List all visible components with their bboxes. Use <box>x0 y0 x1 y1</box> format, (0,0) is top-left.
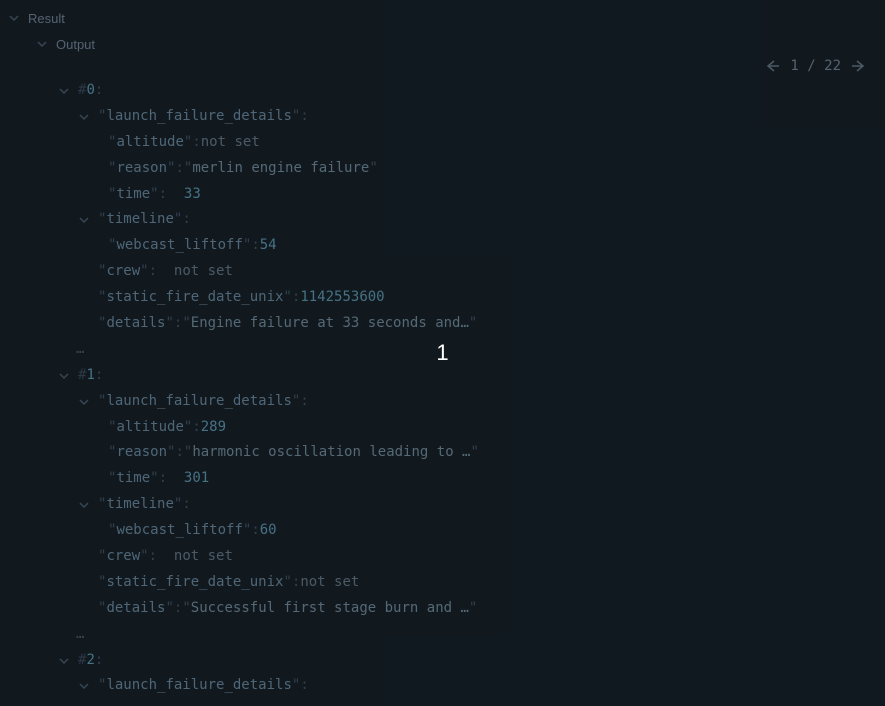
chevron-down-icon[interactable] <box>76 497 92 513</box>
tree-leaf-row: "details":"Engine failure at 33 seconds … <box>56 311 885 337</box>
tree-leaf-row: "crew": not set <box>56 259 885 285</box>
value-number: 54 <box>260 233 277 259</box>
tree-leaf-row: "static_fire_date_unix":not set <box>56 570 885 596</box>
tree-leaf-row: "time": 301 <box>56 466 885 492</box>
value-string: merlin engine failure <box>192 156 369 182</box>
value-number: 33 <box>184 182 201 208</box>
chevron-down-icon[interactable] <box>56 368 72 384</box>
value-number: 60 <box>260 518 277 544</box>
page-indicator: 1 / 22 <box>790 58 841 74</box>
tree-key-row[interactable]: "timeline": <box>56 207 885 233</box>
tree-leaf-row: "webcast_liftoff":54 <box>56 233 885 259</box>
output-label: Output <box>56 37 95 52</box>
key-label: webcast_liftoff <box>116 518 242 544</box>
tree-leaf-row: "webcast_liftoff":60 <box>56 518 885 544</box>
tree-key-row[interactable]: "timeline": <box>56 492 885 518</box>
chevron-down-icon[interactable] <box>6 10 22 26</box>
index-marker: # <box>78 363 86 389</box>
result-header: Result <box>0 0 885 32</box>
key-label: launch_failure_details <box>106 104 291 130</box>
tree-leaf-row: "altitude":not set <box>56 130 885 156</box>
value-string: Engine failure at 33 seconds and… <box>191 311 469 337</box>
tree-leaf-row: "altitude":289 <box>56 415 885 441</box>
tree-leaf-row: "crew": not set <box>56 544 885 570</box>
chevron-down-icon[interactable] <box>56 653 72 669</box>
ellipsis-row[interactable]: … <box>56 337 885 363</box>
chevron-down-icon[interactable] <box>76 109 92 125</box>
value-notset: not set <box>300 570 359 596</box>
value-notset: not set <box>174 259 233 285</box>
value-number: 289 <box>201 415 226 441</box>
tree-index-row[interactable]: #1: <box>56 363 885 389</box>
arrow-right-icon[interactable] <box>851 58 867 74</box>
value-number: 301 <box>184 466 209 492</box>
chevron-down-icon[interactable] <box>76 394 92 410</box>
key-label: static_fire_date_unix <box>106 570 283 596</box>
chevron-down-icon[interactable] <box>56 83 72 99</box>
result-label: Result <box>28 11 65 26</box>
tree-leaf-row: "reason":"merlin engine failure" <box>56 156 885 182</box>
key-label: altitude <box>116 415 183 441</box>
index-marker: # <box>78 78 86 104</box>
key-label: static_fire_date_unix <box>106 285 283 311</box>
value-notset: not set <box>174 544 233 570</box>
value-notset: not set <box>201 130 260 156</box>
key-label: time <box>116 466 150 492</box>
index-marker: # <box>78 648 86 674</box>
key-label: altitude <box>116 130 183 156</box>
ellipsis-row[interactable]: … <box>56 622 885 648</box>
value-number: 1142553600 <box>300 285 384 311</box>
tree-index-row[interactable]: #2: <box>56 648 885 674</box>
key-label: launch_failure_details <box>106 389 291 415</box>
tree-leaf-row: "static_fire_date_unix":1142553600 <box>56 285 885 311</box>
key-label: crew <box>106 259 140 285</box>
key-label: launch_failure_details <box>106 673 291 699</box>
tree-key-row[interactable]: "launch_failure_details": <box>56 673 885 699</box>
tree-index-row[interactable]: #0: <box>56 78 885 104</box>
index-value: 0 <box>86 78 94 104</box>
key-label: reason <box>116 156 167 182</box>
key-label: webcast_liftoff <box>116 233 242 259</box>
tree-leaf-row: "details":"Successful first stage burn a… <box>56 596 885 622</box>
key-label: details <box>106 311 165 337</box>
index-value: 1 <box>86 363 94 389</box>
key-label: timeline <box>106 207 173 233</box>
json-tree: #0: "launch_failure_details": "altitude"… <box>0 78 885 699</box>
value-string: Successful first stage burn and … <box>191 596 469 622</box>
chevron-down-icon[interactable] <box>34 36 50 52</box>
key-label: timeline <box>106 492 173 518</box>
output-header: Output <box>0 32 885 58</box>
key-label: reason <box>116 440 167 466</box>
tree-leaf-row: "reason":"harmonic oscillation leading t… <box>56 440 885 466</box>
value-string: harmonic oscillation leading to … <box>192 440 470 466</box>
index-value: 2 <box>86 648 94 674</box>
overlay-number: 1 <box>436 340 448 366</box>
key-label: time <box>116 182 150 208</box>
key-label: details <box>106 596 165 622</box>
arrow-left-icon[interactable] <box>764 58 780 74</box>
pagination: 1 / 22 <box>0 58 885 78</box>
chevron-down-icon[interactable] <box>76 678 92 694</box>
tree-key-row[interactable]: "launch_failure_details": <box>56 389 885 415</box>
tree-key-row[interactable]: "launch_failure_details": <box>56 104 885 130</box>
chevron-down-icon[interactable] <box>76 212 92 228</box>
key-label: crew <box>106 544 140 570</box>
tree-leaf-row: "time": 33 <box>56 182 885 208</box>
